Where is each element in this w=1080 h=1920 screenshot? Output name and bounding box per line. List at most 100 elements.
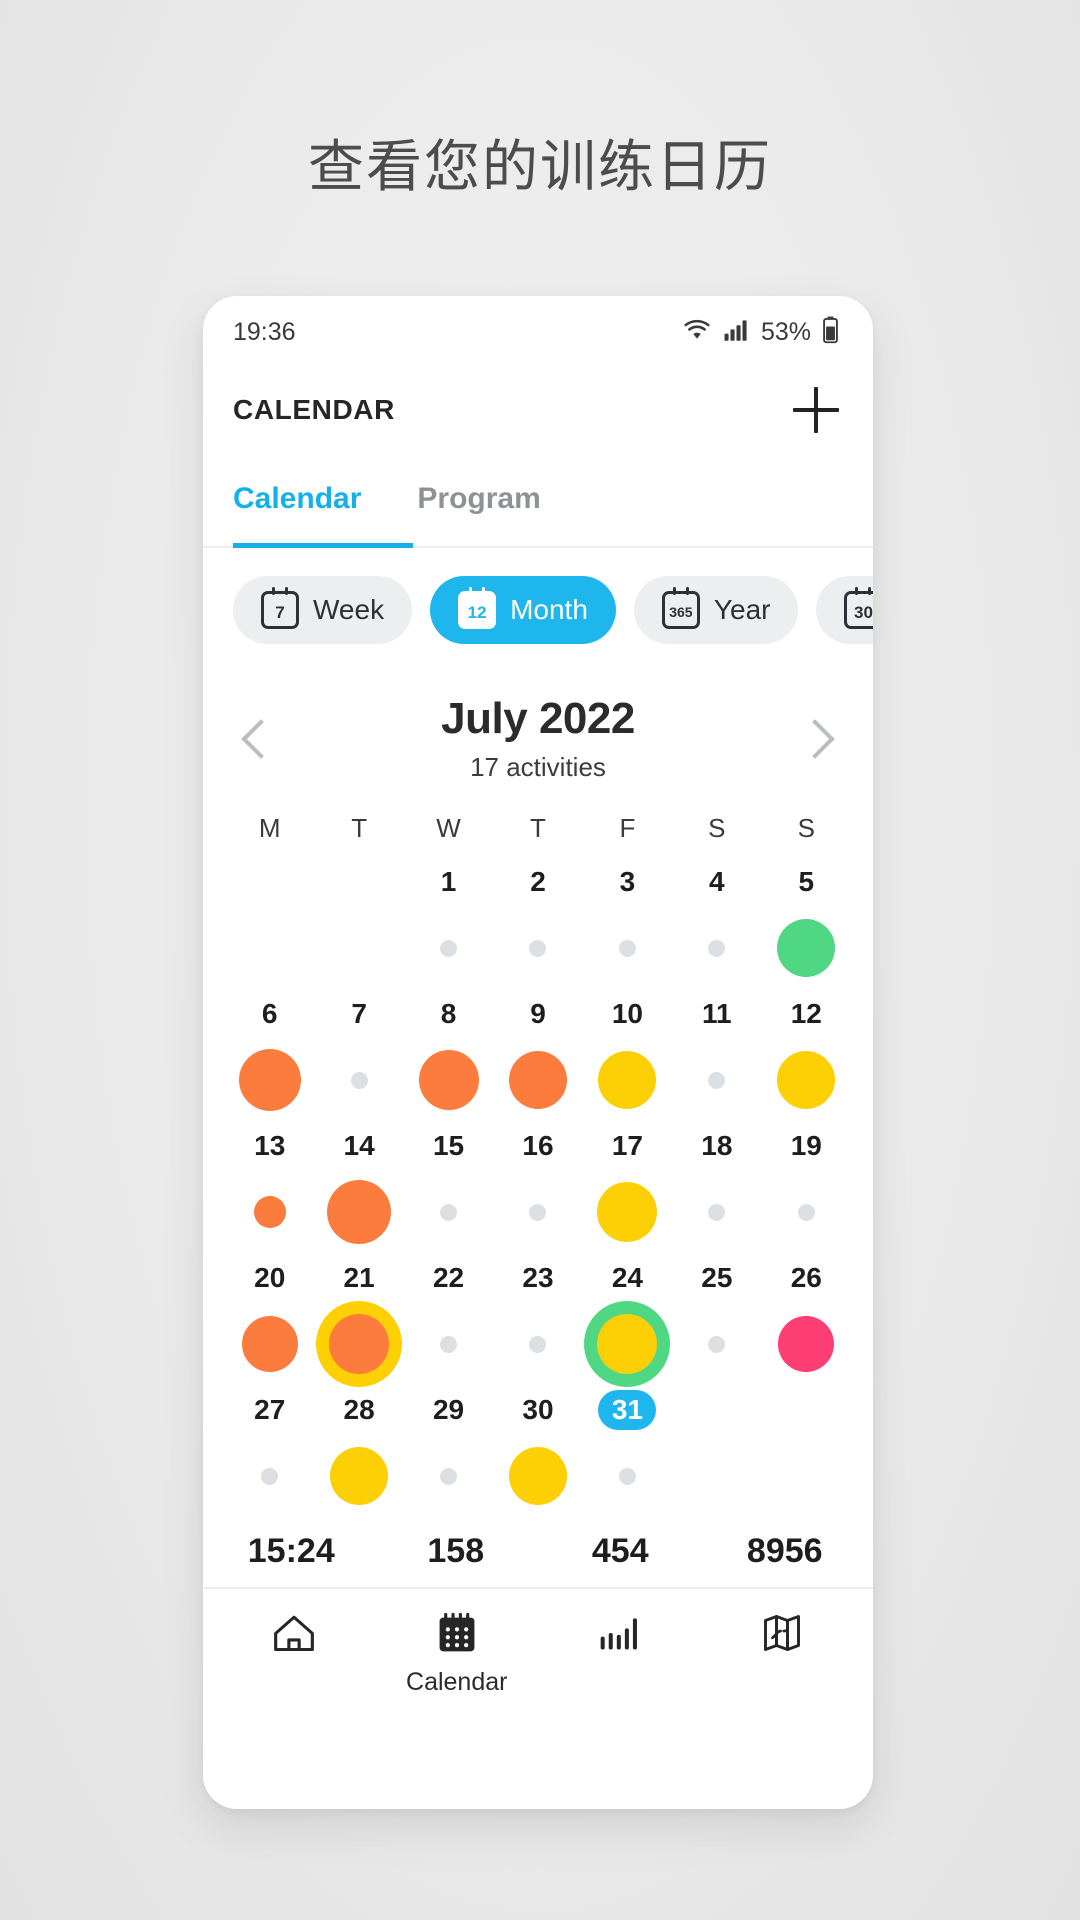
activity-dot-empty [708,1203,726,1221]
calendar-day-cell[interactable]: 30 [493,1390,582,1522]
nav-item-home[interactable] [213,1611,376,1697]
calendar-day-cell[interactable]: 18 [672,1126,761,1258]
chip-month-label: Month [510,594,588,625]
chart-icon [595,1611,643,1660]
activity-marker-slot [314,1034,403,1126]
calendar-day-cell[interactable]: 26 [762,1258,851,1390]
calendar-day-cell[interactable]: 19 [762,1126,851,1258]
calendar-day-cell[interactable]: 29 [404,1390,493,1522]
calendar-day-number: 15 [432,1130,465,1161]
calendar-7-icon: 7 [261,587,299,629]
activity-marker-slot [762,1298,851,1390]
tab-program[interactable]: Program [417,451,540,547]
activity-bubble [241,1316,298,1372]
weekday-label: F [619,813,636,843]
calendar-day-number: 9 [530,998,546,1029]
activity-dot-empty [440,1203,458,1221]
activity-bubble [778,1316,835,1372]
calendar-day-cell[interactable]: 1 [404,862,493,994]
calendar-day-number: 14 [343,1130,375,1161]
nav-item-map[interactable] [701,1611,864,1697]
chip-year[interactable]: 365 Year [633,576,799,644]
calendar-week-row: 6 7 8 9 10 11 12 [225,994,851,1126]
activity-dot-empty [529,939,547,957]
calendar-day-number: 18 [701,1130,733,1161]
calendar-day-cell[interactable]: 21 [314,1258,403,1390]
plus-icon[interactable] [793,387,839,433]
status-bar: 19:36 53% [203,296,873,368]
calendar-day-cell[interactable]: 7 [314,994,403,1126]
activity-bubble-inner [597,1314,658,1374]
activity-bubble [418,1050,479,1110]
activity-bubble [598,1051,657,1109]
chip-week[interactable]: 7 Week [233,576,413,644]
calendar-day-number: 4 [709,866,725,897]
chip-last-30[interactable]: 30 Last 30 [816,576,873,644]
calendar-day-number: 26 [790,1262,822,1293]
calendar-day-cell[interactable]: 11 [672,994,761,1126]
summary-stat-value: 454 [591,1532,649,1570]
summary-stats-row: 15:24 158 454 8956 [203,1522,873,1589]
tab-active-indicator [233,543,413,548]
calendar-day-number: 28 [343,1394,375,1425]
calendar-day-cell[interactable]: 15 [404,1126,493,1258]
calendar-day-number: 29 [432,1394,465,1425]
activity-marker-slot [672,1034,761,1126]
calendar-day-cell[interactable]: 9 [493,994,582,1126]
activity-marker-slot [314,902,403,994]
wifi-icon [682,318,712,347]
activity-marker-slot [225,1430,314,1522]
app-bar: CALENDAR [203,368,873,452]
calendar-day-cell[interactable]: 6 [225,994,314,1126]
calendar-day-cell[interactable]: 5 [762,862,851,994]
activity-bubble [327,1180,392,1244]
weekday-label: T [351,813,368,843]
calendar-day-cell[interactable]: 3 [583,862,672,994]
battery-percent: 53% [760,317,811,346]
app-bar-title: CALENDAR [233,394,395,425]
calendar-day-cell[interactable]: 17 [583,1126,672,1258]
weekday-header-row: MTWTFSS [225,813,851,862]
calendar-day-cell[interactable]: 10 [583,994,672,1126]
activity-marker-slot [314,1166,403,1258]
activity-marker-slot [762,1166,851,1258]
calendar-day-cell[interactable]: 2 [493,862,582,994]
chip-month[interactable]: 12 Month [430,576,616,644]
calendar-day-cell[interactable]: 27 [225,1390,314,1522]
month-title: July 2022 [441,694,635,743]
calendar-day-cell[interactable]: 24 [583,1258,672,1390]
calendar-day-cell[interactable]: 4 [672,862,761,994]
calendar-day-cell[interactable]: 28 [314,1390,403,1522]
tab-calendar[interactable]: Calendar [233,451,361,547]
calendar-day-number: 17 [611,1130,643,1161]
activity-bubble-inner [329,1314,390,1374]
calendar-day-cell[interactable]: 25 [672,1258,761,1390]
calendar-day-cell[interactable]: 16 [493,1126,582,1258]
nav-item-calendar[interactable]: Calendar [376,1611,539,1697]
range-filter-chips: 7 Week 12 Month 365 Year 30 Last 30 [203,548,873,672]
calendar-day-cell[interactable]: 14 [314,1126,403,1258]
activity-bubble [238,1049,301,1111]
summary-stat-value: 8956 [746,1532,823,1570]
activity-dot-empty [261,1467,279,1485]
nav-item-stats[interactable] [538,1611,701,1697]
chevron-right-icon[interactable] [795,718,835,759]
calendar-day-cell[interactable]: 31 [583,1390,672,1522]
activity-bubble [330,1447,389,1505]
activity-marker-slot [762,1034,851,1126]
activity-bubble [508,1051,567,1109]
calendar-day-number: 19 [790,1130,822,1161]
calendar-day-cell[interactable]: 22 [404,1258,493,1390]
summary-stat-value: 15:24 [247,1532,335,1570]
activity-dot-empty [440,939,458,957]
calendar-day-number: 8 [440,998,457,1029]
calendar-day-cell[interactable]: 13 [225,1126,314,1258]
calendar-day-number: 30 [522,1394,554,1425]
calendar-day-cell[interactable]: 12 [762,994,851,1126]
calendar-week-row: 20 21 22 23 24 25 26 [225,1258,851,1390]
calendar-day-cell[interactable]: 8 [404,994,493,1126]
calendar-365-icon: 365 [661,587,700,629]
calendar-day-cell[interactable]: 23 [493,1258,582,1390]
activity-dot-empty [529,1335,547,1353]
calendar-day-cell[interactable]: 20 [225,1258,314,1390]
